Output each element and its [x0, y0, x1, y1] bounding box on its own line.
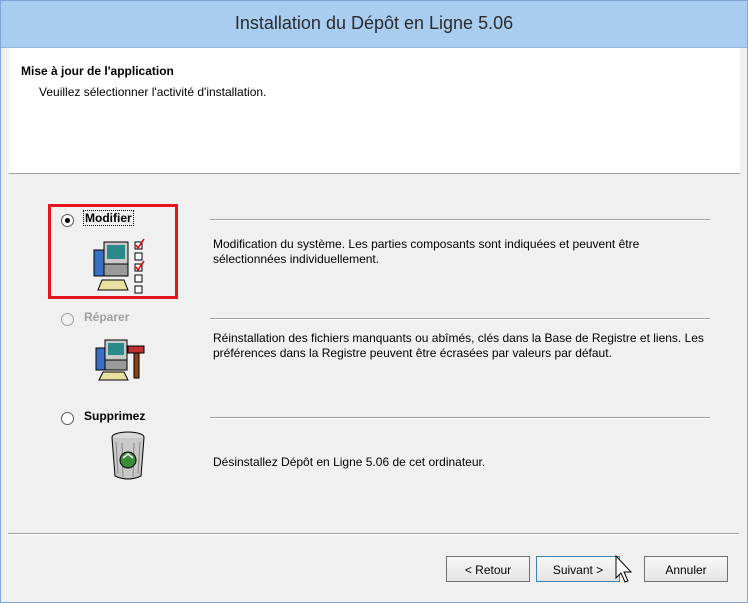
separator	[210, 318, 710, 320]
remove-radio[interactable]	[61, 412, 74, 425]
cancel-button[interactable]: Annuler	[644, 556, 728, 582]
window-title: Installation du Dépôt en Ligne 5.06	[234, 13, 514, 33]
repair-radio[interactable]	[61, 313, 74, 326]
installer-window: Installation du Dépôt en Ligne 5.06 Mise…	[0, 0, 748, 603]
title-bar[interactable]: Installation du Dépôt en Ligne 5.06	[1, 1, 747, 48]
footer-separator	[8, 533, 739, 535]
next-button[interactable]: Suivant >	[536, 556, 620, 582]
repair-label[interactable]: Réparer	[84, 310, 129, 324]
separator	[210, 417, 710, 419]
remove-label[interactable]: Supprimez	[84, 409, 145, 423]
mouse-cursor-icon	[615, 554, 633, 583]
highlight-box	[48, 204, 178, 299]
back-button[interactable]: < Retour	[446, 556, 530, 582]
repair-icon	[95, 339, 145, 381]
header-panel: Mise à jour de l'application Veuillez sé…	[9, 48, 740, 174]
separator	[210, 219, 710, 221]
header-title: Mise à jour de l'application	[21, 64, 174, 78]
modify-description: Modification du système. Les parties com…	[213, 237, 640, 266]
repair-description: Réinstallation des fichiers manquants ou…	[213, 331, 704, 360]
remove-description: Désinstallez Dépôt en Ligne 5.06 de cet …	[213, 455, 486, 469]
header-subtitle: Veuillez sélectionner l'activité d'insta…	[39, 85, 267, 99]
recycle-bin-icon	[111, 431, 145, 480]
